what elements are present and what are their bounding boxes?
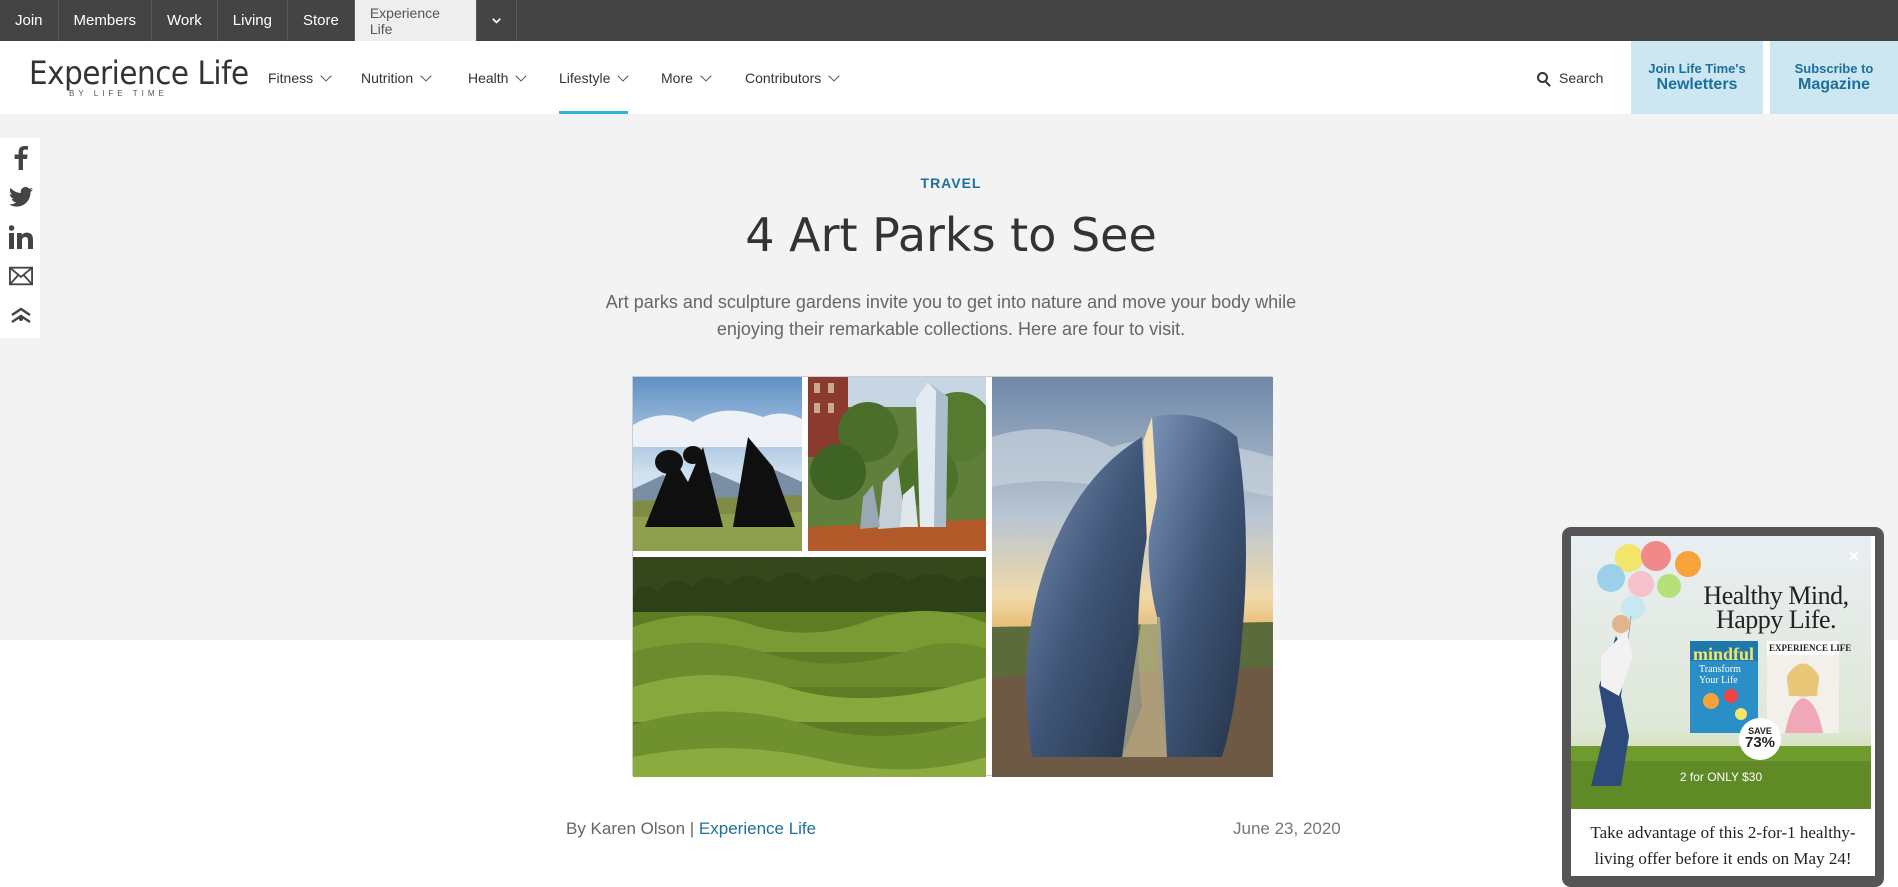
promo-headline: Healthy Mind, Happy Life. bbox=[1686, 583, 1866, 634]
topbar-store[interactable]: Store bbox=[288, 0, 355, 41]
more-share-icon[interactable] bbox=[9, 304, 33, 328]
search-icon bbox=[1537, 72, 1548, 83]
article-dek: Art parks and sculpture gardens invite y… bbox=[605, 292, 1297, 339]
nav-nutrition-label: Nutrition bbox=[361, 69, 414, 86]
search-label: Search bbox=[1559, 69, 1604, 86]
article-byline: By Karen Olson | Experience Life bbox=[566, 819, 816, 839]
promo-mag1-title: mindful bbox=[1693, 644, 1755, 664]
top-utility-bar: Join Members Work Living Store Experienc… bbox=[0, 0, 1898, 41]
nav-nutrition[interactable]: Nutrition bbox=[361, 41, 468, 114]
chevron-down-icon bbox=[515, 69, 528, 82]
byline-source-link[interactable]: Experience Life bbox=[699, 819, 816, 838]
site-header: Experience Life BY LIFE TIME Fitness Nut… bbox=[0, 41, 1898, 114]
nav-contributors[interactable]: Contributors bbox=[745, 41, 855, 114]
logo-wordmark: Experience Life bbox=[29, 54, 249, 92]
nav-fitness-label: Fitness bbox=[268, 69, 314, 86]
magazine-cta-small: Subscribe to bbox=[1794, 61, 1874, 76]
grass-mounds-photo bbox=[633, 557, 986, 777]
promo-mag2-title: EXPERIENCE LIFE bbox=[1769, 643, 1852, 653]
chevron-down-icon bbox=[420, 69, 432, 82]
magazine-cta-big: Magazine bbox=[1797, 76, 1870, 93]
topbar-members[interactable]: Members bbox=[59, 0, 153, 41]
facebook-icon[interactable] bbox=[9, 146, 33, 170]
topbar-living[interactable]: Living bbox=[218, 0, 288, 41]
chevron-down-icon bbox=[492, 17, 501, 24]
nav-fitness[interactable]: Fitness bbox=[268, 41, 361, 114]
nav-lifestyle[interactable]: Lifestyle bbox=[559, 41, 630, 114]
promo-popup: Healthy Mind, Happy Life. mindful Transf… bbox=[1562, 527, 1884, 887]
chevron-down-icon bbox=[320, 69, 332, 82]
logo-tagline: BY LIFE TIME bbox=[69, 89, 168, 98]
chevron-down-icon bbox=[700, 69, 712, 82]
chevron-down-icon bbox=[617, 69, 630, 82]
topbar-more-dropdown[interactable] bbox=[477, 0, 517, 41]
promo-mag1-subtitle: Transform Your Life bbox=[1699, 664, 1741, 686]
close-icon[interactable]: × bbox=[1848, 546, 1859, 567]
nav-health-label: Health bbox=[468, 69, 509, 86]
article-date: June 23, 2020 bbox=[1233, 819, 1341, 838]
promo-text: Take advantage of this 2-for-1 healthy-l… bbox=[1590, 823, 1856, 868]
topbar-work[interactable]: Work bbox=[152, 0, 218, 41]
nav-contributors-label: Contributors bbox=[745, 69, 822, 86]
chevron-down-icon bbox=[828, 69, 840, 82]
email-icon[interactable] bbox=[9, 264, 33, 288]
promo-popup-content[interactable]: Healthy Mind, Happy Life. mindful Transf… bbox=[1571, 536, 1875, 876]
article-hero-image bbox=[632, 376, 1273, 777]
main-nav: Fitness Nutrition Health Lifestyle More … bbox=[268, 41, 855, 114]
nav-lifestyle-label: Lifestyle bbox=[559, 69, 611, 86]
magazine-cta-button[interactable]: Subscribe to Magazine bbox=[1770, 41, 1898, 114]
search-button[interactable]: Search bbox=[1537, 41, 1603, 114]
promo-image: Healthy Mind, Happy Life. mindful Transf… bbox=[1571, 536, 1871, 809]
article-title: 4 Art Parks to See bbox=[745, 208, 1157, 262]
promo-headline-line2: Happy Life. bbox=[1715, 605, 1837, 634]
newsletter-cta-big: Newletters bbox=[1656, 76, 1738, 93]
newsletter-cta-button[interactable]: Join Life Time's Newletters bbox=[1631, 41, 1763, 114]
topbar-experience-life[interactable]: Experience Life bbox=[354, 0, 477, 41]
stone-arch-photo bbox=[992, 377, 1273, 777]
article-category[interactable]: TRAVEL bbox=[0, 175, 1898, 191]
nav-more[interactable]: More bbox=[661, 41, 745, 114]
nav-more-label: More bbox=[661, 69, 693, 86]
site-logo[interactable]: Experience Life BY LIFE TIME bbox=[29, 54, 268, 98]
topbar-join[interactable]: Join bbox=[0, 0, 59, 41]
steel-crystals-photo bbox=[808, 377, 986, 551]
promo-offer: 2 for ONLY $30 bbox=[1679, 770, 1763, 784]
promo-save-badge: SAVE 73% bbox=[1739, 718, 1781, 760]
newsletter-cta-small: Join Life Time's bbox=[1648, 61, 1746, 76]
calder-sculpture-photo bbox=[633, 377, 802, 551]
byline-author: By Karen Olson | bbox=[566, 819, 699, 838]
promo-save-value: 73% bbox=[1744, 734, 1776, 751]
nav-health[interactable]: Health bbox=[468, 41, 559, 114]
